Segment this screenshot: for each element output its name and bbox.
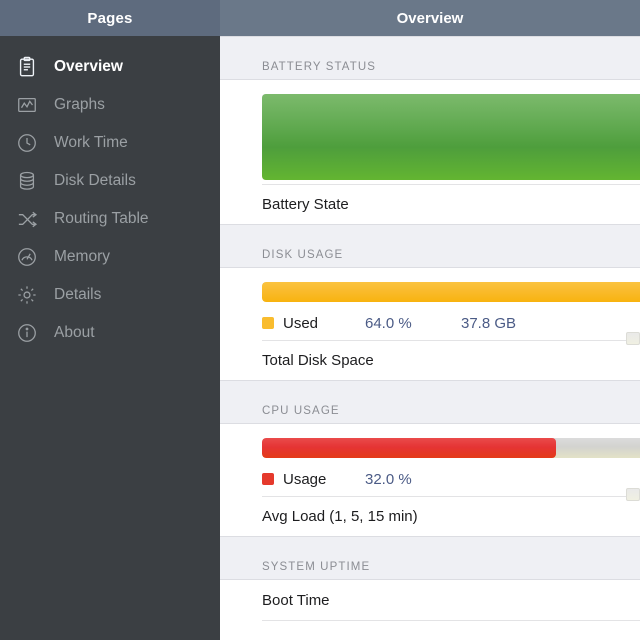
- sidebar: Pages Overview Graphs Work Time Disk Det…: [0, 0, 220, 640]
- sidebar-item-label: Memory: [54, 248, 110, 265]
- gauge-icon: [14, 244, 40, 270]
- legend-value-used-percent: 64.0 %: [365, 314, 412, 332]
- sidebar-item-memory[interactable]: Memory: [0, 238, 220, 276]
- sidebar-item-graphs[interactable]: Graphs: [0, 86, 220, 124]
- legend-swatch-free-icon: [626, 331, 640, 345]
- sidebar-title: Pages: [87, 9, 133, 27]
- section-body-system-uptime: Boot Time: [220, 580, 640, 632]
- row-label: Avg Load (1, 5, 15 min): [262, 508, 418, 525]
- disk-legend-row: Used 64.0 % 37.8 GB: [262, 306, 640, 345]
- battery-bar-fill: [262, 94, 640, 180]
- legend-value-used-size: 37.8 GB: [461, 314, 517, 332]
- legend-label-used: Used: [283, 314, 319, 332]
- section-body-battery-status: Battery State: [220, 80, 640, 224]
- disk-bar-track: [262, 282, 640, 302]
- chart-graph-icon: [14, 92, 40, 118]
- sidebar-item-about[interactable]: About: [0, 314, 220, 352]
- legend-swatch-idle-icon: [626, 487, 640, 501]
- legend-swatch-used-icon: [262, 317, 274, 329]
- cpu-legend-holder: Usage 32.0 %: [262, 470, 640, 501]
- row-boot-time[interactable]: Boot Time: [262, 580, 640, 620]
- clipboard-icon: [14, 54, 40, 80]
- clock-icon: [14, 130, 40, 156]
- row-label: Boot Time: [262, 591, 330, 609]
- disk-bar-wrap: [262, 268, 640, 306]
- section-body-disk-usage: Used 64.0 % 37.8 GB Total Disk Space: [220, 268, 640, 380]
- cpu-bar-wrap: [262, 424, 640, 462]
- section-header-cpu-usage: CPU USAGE: [220, 380, 640, 424]
- sidebar-item-label: Routing Table: [54, 210, 149, 227]
- row-label: Total Disk Space: [262, 352, 374, 369]
- legend-value-usage-percent: 32.0 %: [365, 470, 412, 488]
- shuffle-arrows-icon: [14, 206, 40, 232]
- section-header-system-uptime: SYSTEM UPTIME: [220, 536, 640, 580]
- battery-bar-track: [262, 94, 640, 180]
- cpu-bar-fill: [262, 438, 556, 458]
- sidebar-item-label: Work Time: [54, 134, 128, 151]
- section-title: BATTERY STATUS: [262, 61, 377, 73]
- row-battery-state[interactable]: Battery State: [262, 184, 640, 224]
- sidebar-item-routing-table[interactable]: Routing Table: [0, 200, 220, 238]
- cpu-bar-track: [262, 438, 640, 458]
- sidebar-item-disk-details[interactable]: Disk Details: [0, 162, 220, 200]
- row-avg-load[interactable]: Avg Load (1, 5, 15 min): [262, 496, 640, 536]
- database-disk-icon: [14, 168, 40, 194]
- battery-bar-wrap: [262, 80, 640, 184]
- section-header-disk-usage: DISK USAGE: [220, 224, 640, 268]
- sidebar-item-label: Disk Details: [54, 172, 136, 189]
- row-divider: [262, 620, 640, 632]
- disk-legend-holder: Used 64.0 % 37.8 GB: [262, 314, 640, 345]
- sidebar-item-details[interactable]: Details: [0, 276, 220, 314]
- sidebar-item-overview[interactable]: Overview: [0, 48, 220, 86]
- gear-icon: [14, 282, 40, 308]
- info-circle-icon: [14, 320, 40, 346]
- sidebar-item-label: Graphs: [54, 96, 105, 113]
- sidebar-nav-list: Overview Graphs Work Time Disk Details R…: [0, 36, 220, 352]
- sidebar-header: Pages: [0, 0, 220, 36]
- sidebar-item-label: Overview: [54, 58, 123, 75]
- row-label: Battery State: [262, 196, 349, 213]
- main-panel: Overview BATTERY STATUS Battery State DI…: [220, 0, 640, 640]
- section-title: DISK USAGE: [262, 249, 344, 261]
- legend-swatch-usage-icon: [262, 473, 274, 485]
- section-body-cpu-usage: Usage 32.0 % Avg Load (1, 5, 15 min): [220, 424, 640, 536]
- section-title: CPU USAGE: [262, 405, 340, 417]
- sidebar-item-label: Details: [54, 286, 102, 303]
- overview-content: BATTERY STATUS Battery State DISK USAGE: [220, 36, 640, 640]
- row-total-disk-space[interactable]: Total Disk Space: [262, 340, 640, 380]
- app-root: Pages Overview Graphs Work Time Disk Det…: [0, 0, 640, 640]
- cpu-legend-row: Usage 32.0 %: [262, 462, 640, 501]
- disk-bar-fill: [262, 282, 640, 302]
- legend-label-usage: Usage: [283, 470, 327, 488]
- sidebar-item-label: About: [54, 324, 95, 341]
- main-header: Overview: [220, 0, 640, 36]
- page-title: Overview: [396, 9, 464, 27]
- section-title: SYSTEM UPTIME: [262, 561, 371, 573]
- sidebar-item-work-time[interactable]: Work Time: [0, 124, 220, 162]
- section-header-battery-status: BATTERY STATUS: [220, 36, 640, 80]
